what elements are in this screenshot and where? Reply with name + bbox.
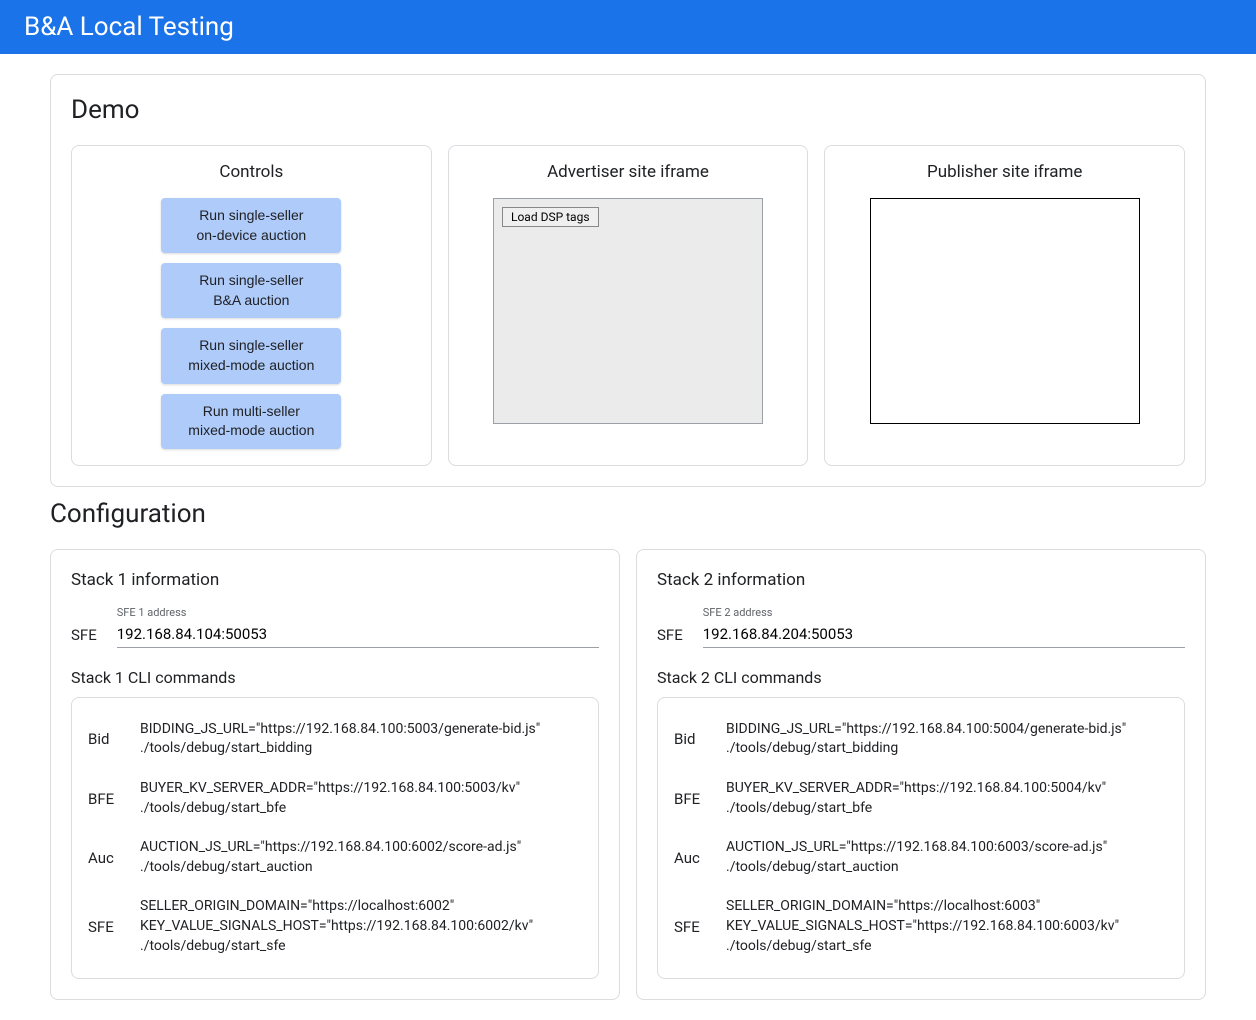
stack-2-panel: Stack 2 information SFE SFE 2 address St… <box>636 549 1206 1000</box>
cli-row-bid: Bid BIDDING_JS_URL="https://192.168.84.1… <box>670 710 1172 769</box>
stack-1-panel: Stack 1 information SFE SFE 1 address St… <box>50 549 620 1000</box>
advertiser-title: Advertiser site iframe <box>547 162 709 182</box>
cli-row-bid: Bid BIDDING_JS_URL="https://192.168.84.1… <box>84 710 586 769</box>
stack-1-addr-field: SFE 1 address <box>117 606 599 648</box>
main-content: Demo Controls Run single-seller on-devic… <box>0 54 1256 1020</box>
stack-2-cli-title: Stack 2 CLI commands <box>657 668 1185 687</box>
cli-val: AUCTION_JS_URL="https://192.168.84.100:6… <box>140 838 521 877</box>
stack-1-info-title: Stack 1 information <box>71 570 599 590</box>
run-single-seller-mixed-button[interactable]: Run single-seller mixed-mode auction <box>161 328 341 383</box>
stack-2-info-title: Stack 2 information <box>657 570 1185 590</box>
publisher-title: Publisher site iframe <box>927 162 1082 182</box>
advertiser-panel: Advertiser site iframe Load DSP tags <box>448 145 809 466</box>
cli-key: Bid <box>88 730 122 748</box>
stack-2-addr-label: SFE 2 address <box>703 606 1185 619</box>
load-dsp-tags-button[interactable]: Load DSP tags <box>502 207 599 227</box>
cli-val: SELLER_ORIGIN_DOMAIN="https://localhost:… <box>140 897 533 956</box>
cli-key: SFE <box>674 918 708 936</box>
cli-key: BFE <box>674 790 708 808</box>
cli-val: BIDDING_JS_URL="https://192.168.84.100:5… <box>140 720 540 759</box>
cli-key: SFE <box>88 918 122 936</box>
controls-title: Controls <box>219 162 283 182</box>
publisher-iframe <box>870 198 1140 424</box>
demo-title: Demo <box>71 95 1185 125</box>
stack-1-addr-input[interactable] <box>117 621 599 648</box>
publisher-panel: Publisher site iframe <box>824 145 1185 466</box>
cli-val: AUCTION_JS_URL="https://192.168.84.100:6… <box>726 838 1107 877</box>
cli-val: BIDDING_JS_URL="https://192.168.84.100:5… <box>726 720 1126 759</box>
stack-1-cli-box: Bid BIDDING_JS_URL="https://192.168.84.1… <box>71 697 599 979</box>
cli-row-auc: Auc AUCTION_JS_URL="https://192.168.84.1… <box>670 828 1172 887</box>
cli-val: BUYER_KV_SERVER_ADDR="https://192.168.84… <box>140 779 520 818</box>
demo-row: Controls Run single-seller on-device auc… <box>71 145 1185 466</box>
app-title: B&A Local Testing <box>24 12 234 42</box>
stack-2-sfe-label: SFE <box>657 626 683 648</box>
run-single-seller-on-device-button[interactable]: Run single-seller on-device auction <box>161 198 341 253</box>
cli-key: Auc <box>88 849 122 867</box>
run-multi-seller-mixed-button[interactable]: Run multi-seller mixed-mode auction <box>161 394 341 449</box>
stack-1-sfe-label: SFE <box>71 626 97 648</box>
cli-row-bfe: BFE BUYER_KV_SERVER_ADDR="https://192.16… <box>84 769 586 828</box>
stack-1-sfe-row: SFE SFE 1 address <box>71 606 599 648</box>
stack-1-cli-title: Stack 1 CLI commands <box>71 668 599 687</box>
stack-2-addr-field: SFE 2 address <box>703 606 1185 648</box>
stack-2-addr-input[interactable] <box>703 621 1185 648</box>
stack-2-sfe-row: SFE SFE 2 address <box>657 606 1185 648</box>
controls-panel: Controls Run single-seller on-device auc… <box>71 145 432 466</box>
config-row: Stack 1 information SFE SFE 1 address St… <box>50 549 1206 1000</box>
cli-row-sfe: SFE SELLER_ORIGIN_DOMAIN="https://localh… <box>670 887 1172 966</box>
cli-val: SELLER_ORIGIN_DOMAIN="https://localhost:… <box>726 897 1119 956</box>
cli-key: BFE <box>88 790 122 808</box>
stack-1-addr-label: SFE 1 address <box>117 606 599 619</box>
cli-row-auc: Auc AUCTION_JS_URL="https://192.168.84.1… <box>84 828 586 887</box>
cli-val: BUYER_KV_SERVER_ADDR="https://192.168.84… <box>726 779 1106 818</box>
configuration-title: Configuration <box>50 499 1206 529</box>
app-header: B&A Local Testing <box>0 0 1256 54</box>
cli-row-bfe: BFE BUYER_KV_SERVER_ADDR="https://192.16… <box>670 769 1172 828</box>
run-single-seller-ba-button[interactable]: Run single-seller B&A auction <box>161 263 341 318</box>
demo-card: Demo Controls Run single-seller on-devic… <box>50 74 1206 487</box>
cli-key: Bid <box>674 730 708 748</box>
cli-row-sfe: SFE SELLER_ORIGIN_DOMAIN="https://localh… <box>84 887 586 966</box>
cli-key: Auc <box>674 849 708 867</box>
advertiser-iframe: Load DSP tags <box>493 198 763 424</box>
stack-2-cli-box: Bid BIDDING_JS_URL="https://192.168.84.1… <box>657 697 1185 979</box>
